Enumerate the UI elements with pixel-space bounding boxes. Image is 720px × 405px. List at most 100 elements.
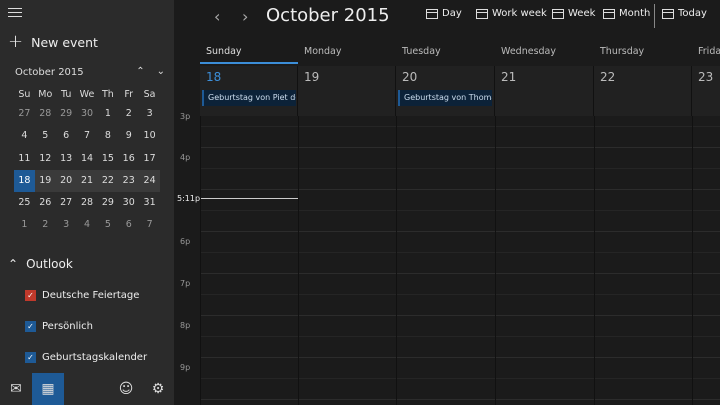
mini-dow-row: Su Mo Tu We Th Fr Sa bbox=[14, 87, 160, 103]
view-month-button[interactable]: Month bbox=[603, 8, 650, 19]
mini-day[interactable]: 15 bbox=[97, 148, 118, 170]
view-week-button[interactable]: Week bbox=[552, 8, 595, 19]
day-number[interactable]: 20 bbox=[396, 70, 417, 84]
checkbox-checked-icon[interactable]: ✓ bbox=[25, 352, 36, 363]
column-divider bbox=[594, 116, 595, 405]
mini-day[interactable]: 19 bbox=[34, 169, 56, 193]
mini-day[interactable]: 28 bbox=[35, 103, 56, 125]
mini-day[interactable]: 16 bbox=[118, 148, 139, 170]
mini-day[interactable]: 24 bbox=[139, 169, 161, 193]
mini-day[interactable]: 7 bbox=[139, 214, 160, 236]
mini-day[interactable]: 8 bbox=[97, 125, 118, 147]
day-header-sunday[interactable]: Sunday bbox=[200, 46, 242, 57]
mini-day[interactable]: 25 bbox=[14, 192, 35, 214]
time-grid[interactable]: 3p 4p 5:11p 6p 7p 8p 9p bbox=[174, 112, 720, 405]
mini-day[interactable]: 5 bbox=[97, 214, 118, 236]
chevron-left-icon[interactable]: ‹ bbox=[214, 7, 220, 26]
mini-day[interactable]: 9 bbox=[118, 125, 139, 147]
calendar-item-geburtstage[interactable]: ✓ Geburtstagskalender bbox=[25, 352, 147, 363]
column-divider bbox=[298, 116, 299, 405]
mini-day[interactable]: 4 bbox=[14, 125, 35, 147]
mini-day[interactable]: 30 bbox=[77, 103, 98, 125]
mini-day[interactable]: 22 bbox=[97, 169, 119, 193]
calendar-item-persoenlich[interactable]: ✓ Persönlich bbox=[25, 321, 93, 332]
column-divider bbox=[395, 66, 396, 116]
mini-day[interactable]: 14 bbox=[77, 148, 98, 170]
hour-label: 4p bbox=[180, 153, 191, 162]
month-view-icon bbox=[603, 8, 615, 19]
calendar-item-feiertage[interactable]: ✓ Deutsche Feiertage bbox=[25, 290, 139, 301]
day-header-wednesday[interactable]: Wednesday bbox=[495, 46, 556, 57]
mini-calendar: Su Mo Tu We Th Fr Sa 27 28 29 30 1 2 3 4… bbox=[14, 87, 161, 237]
half-hour-line bbox=[200, 210, 720, 211]
day-header-thursday[interactable]: Thursday bbox=[594, 46, 644, 57]
day-header-tuesday[interactable]: Tuesday bbox=[396, 46, 441, 57]
hour-label: 9p bbox=[180, 363, 191, 372]
today-button[interactable]: Today bbox=[662, 8, 707, 19]
mini-day[interactable]: 10 bbox=[139, 125, 160, 147]
mini-day[interactable]: 27 bbox=[14, 103, 35, 125]
mini-day[interactable]: 6 bbox=[118, 214, 139, 236]
mini-day[interactable]: 1 bbox=[14, 214, 35, 236]
gear-icon[interactable]: ⚙ bbox=[142, 373, 174, 405]
view-day-button[interactable]: Day bbox=[426, 8, 462, 19]
mini-day[interactable]: 3 bbox=[56, 214, 77, 236]
mini-day[interactable]: 12 bbox=[35, 148, 56, 170]
chevron-down-icon[interactable]: ⌄ bbox=[157, 66, 165, 77]
calendar-icon[interactable]: ▦ bbox=[32, 373, 64, 405]
event-birthday[interactable]: Geburtstag von Thoma: bbox=[398, 90, 492, 106]
mini-day[interactable]: 13 bbox=[56, 148, 77, 170]
hour-label: 3p bbox=[180, 112, 191, 121]
main-calendar: ‹ › October 2015 Day Work week Week Mont… bbox=[174, 0, 720, 405]
day-number[interactable]: 23 bbox=[692, 70, 713, 84]
hour-label: 8p bbox=[180, 321, 191, 330]
mini-day[interactable]: 4 bbox=[77, 214, 98, 236]
column-divider bbox=[494, 66, 495, 116]
event-birthday[interactable]: Geburtstag von Piet de bbox=[202, 90, 296, 106]
mini-day[interactable]: 3 bbox=[139, 103, 160, 125]
mini-day[interactable]: 31 bbox=[139, 192, 160, 214]
mini-month-title: October 2015 bbox=[15, 67, 84, 78]
half-hour-line bbox=[200, 252, 720, 253]
mini-day[interactable]: 26 bbox=[35, 192, 56, 214]
feedback-smiley-icon[interactable]: ☺ bbox=[110, 373, 142, 405]
mini-day[interactable]: 11 bbox=[14, 148, 35, 170]
current-time-label: 5:11p bbox=[177, 194, 201, 203]
chevron-up-icon[interactable]: ⌃ bbox=[136, 66, 144, 77]
mini-day[interactable]: 29 bbox=[97, 192, 118, 214]
mail-icon[interactable]: ✉ bbox=[0, 373, 32, 405]
mini-day[interactable]: 30 bbox=[118, 192, 139, 214]
hour-line bbox=[200, 357, 720, 358]
day-number[interactable]: 22 bbox=[594, 70, 615, 84]
hamburger-menu-icon[interactable] bbox=[8, 8, 22, 18]
day-number[interactable]: 19 bbox=[298, 70, 319, 84]
mini-day[interactable]: 28 bbox=[77, 192, 98, 214]
mini-day[interactable]: 23 bbox=[118, 169, 140, 193]
view-work-week-button[interactable]: Work week bbox=[476, 8, 547, 19]
mini-day[interactable]: 7 bbox=[77, 125, 98, 147]
day-header-monday[interactable]: Monday bbox=[298, 46, 342, 57]
mini-day[interactable]: 2 bbox=[35, 214, 56, 236]
checkbox-checked-icon[interactable]: ✓ bbox=[25, 290, 36, 301]
mini-day[interactable]: 27 bbox=[56, 192, 77, 214]
mini-day[interactable]: 17 bbox=[139, 148, 160, 170]
new-event-button[interactable]: + New event bbox=[8, 31, 98, 52]
day-header-friday[interactable]: Frida bbox=[692, 46, 720, 57]
bottom-bar: ✉ ▦ ☺ ⚙ bbox=[0, 373, 174, 405]
checkbox-checked-icon[interactable]: ✓ bbox=[25, 321, 36, 332]
day-number[interactable]: 21 bbox=[495, 70, 516, 84]
mini-day[interactable]: 2 bbox=[118, 103, 139, 125]
mini-day[interactable]: 20 bbox=[55, 169, 77, 193]
mini-day[interactable]: 6 bbox=[56, 125, 77, 147]
mini-day[interactable]: 5 bbox=[35, 125, 56, 147]
mini-week-current: 18 19 20 21 22 23 24 bbox=[14, 169, 161, 193]
chevron-right-icon[interactable]: › bbox=[242, 7, 248, 26]
mini-day-today[interactable]: 18 bbox=[14, 169, 35, 193]
day-number-today[interactable]: 18 bbox=[200, 70, 221, 84]
mini-day[interactable]: 29 bbox=[56, 103, 77, 125]
outlook-group-toggle[interactable]: ⌃ Outlook bbox=[8, 257, 73, 271]
mini-day[interactable]: 1 bbox=[97, 103, 118, 125]
hour-line bbox=[200, 399, 720, 400]
mini-day[interactable]: 21 bbox=[76, 169, 98, 193]
plus-icon: + bbox=[8, 31, 24, 52]
